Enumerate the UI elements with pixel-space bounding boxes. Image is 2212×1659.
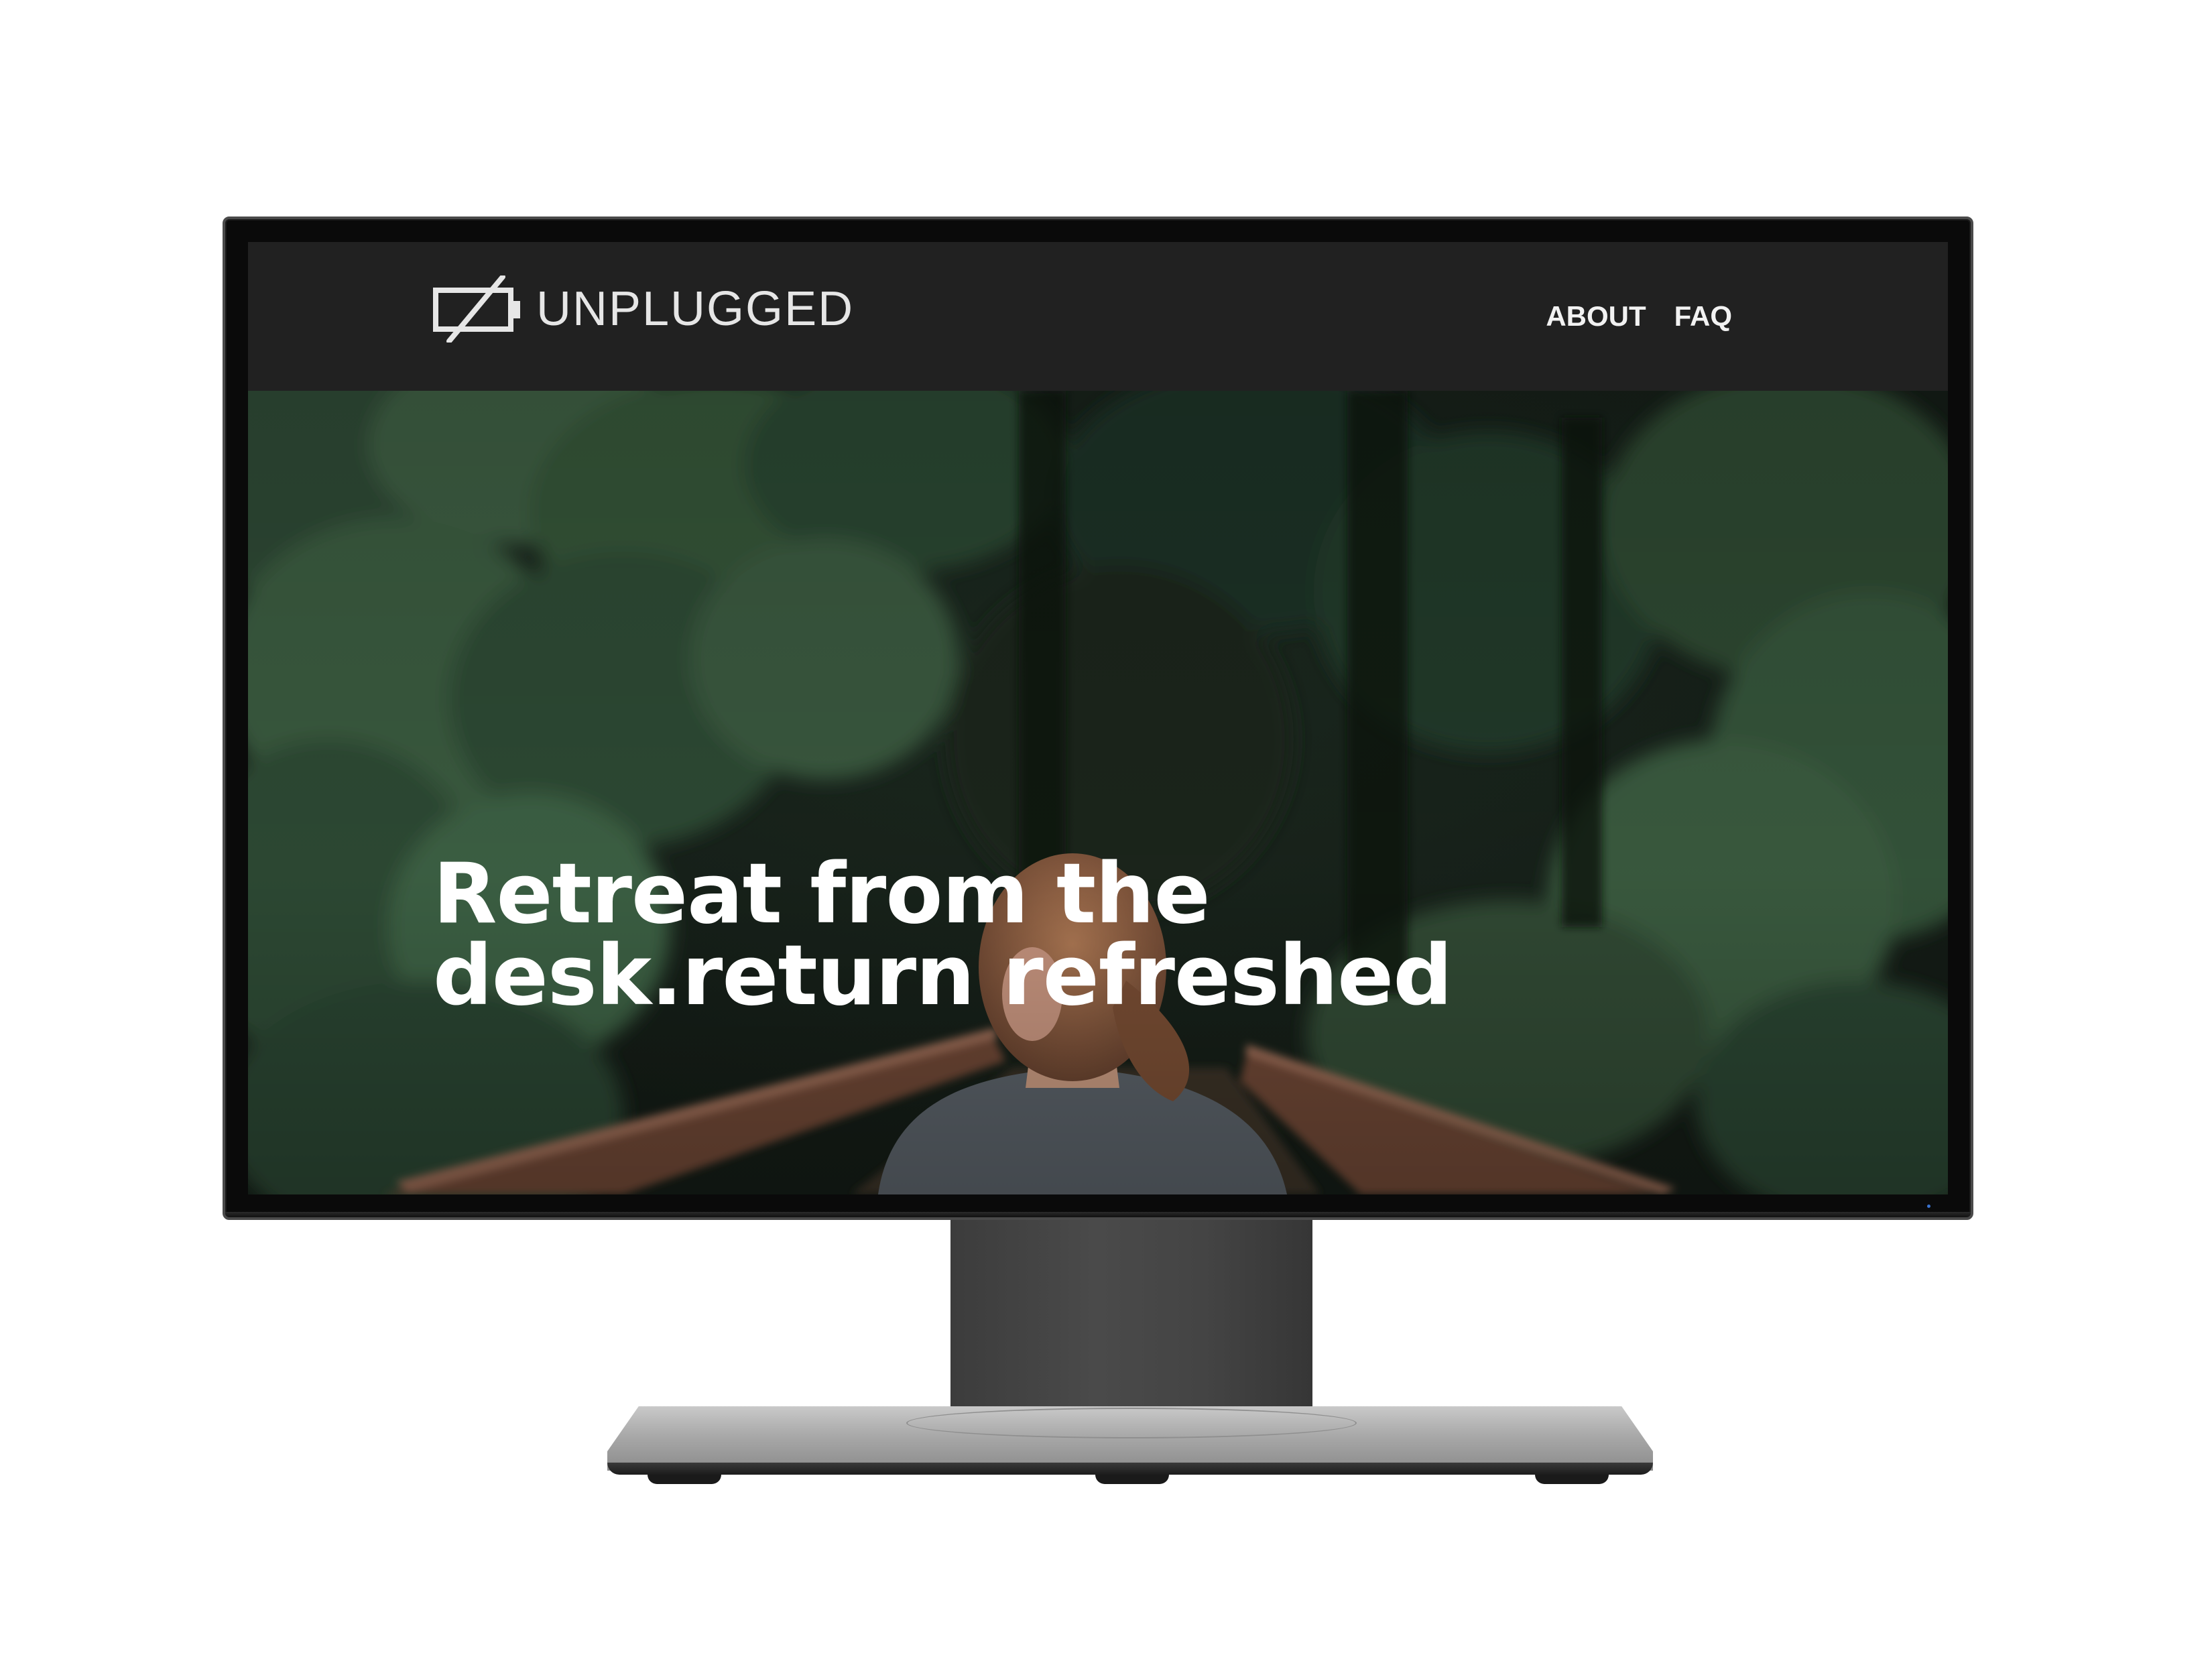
monitor-stand-foot-left [648, 1475, 721, 1484]
main-nav: ABOUT FAQ [1546, 302, 1732, 330]
battery-slash-icon [433, 275, 520, 343]
nav-link-about[interactable]: ABOUT [1546, 302, 1646, 330]
nav-link-faq[interactable]: FAQ [1674, 302, 1732, 330]
monitor-stand-foot-right [1535, 1475, 1609, 1484]
desktop-monitor-mockup: UNPLUGGED ABOUT FAQ Retreat from the des… [0, 0, 2212, 1659]
monitor-screen: UNPLUGGED ABOUT FAQ Retreat from the des… [248, 242, 1948, 1194]
brand-name: UNPLUGGED [536, 282, 855, 336]
monitor-stand-base-edge [607, 1463, 1653, 1475]
power-led-icon [1927, 1205, 1930, 1208]
monitor-stand-ring [906, 1408, 1357, 1438]
monitor-stand-neck [950, 1220, 1312, 1422]
hero-headline-line-1: Retreat from the [433, 846, 1211, 942]
hero-section: Retreat from the desk.return refreshed [248, 391, 1948, 1194]
hero-headline: Retreat from the desk.return refreshed [433, 846, 1453, 1024]
site-header: UNPLUGGED ABOUT FAQ [248, 242, 1948, 391]
hero-headline-line-2: desk.return refreshed [433, 928, 1453, 1024]
monitor-stand-foot-center [1095, 1475, 1169, 1484]
brand-logo[interactable]: UNPLUGGED [433, 275, 854, 343]
woman-on-forest-bridge-photo [248, 391, 1948, 1194]
